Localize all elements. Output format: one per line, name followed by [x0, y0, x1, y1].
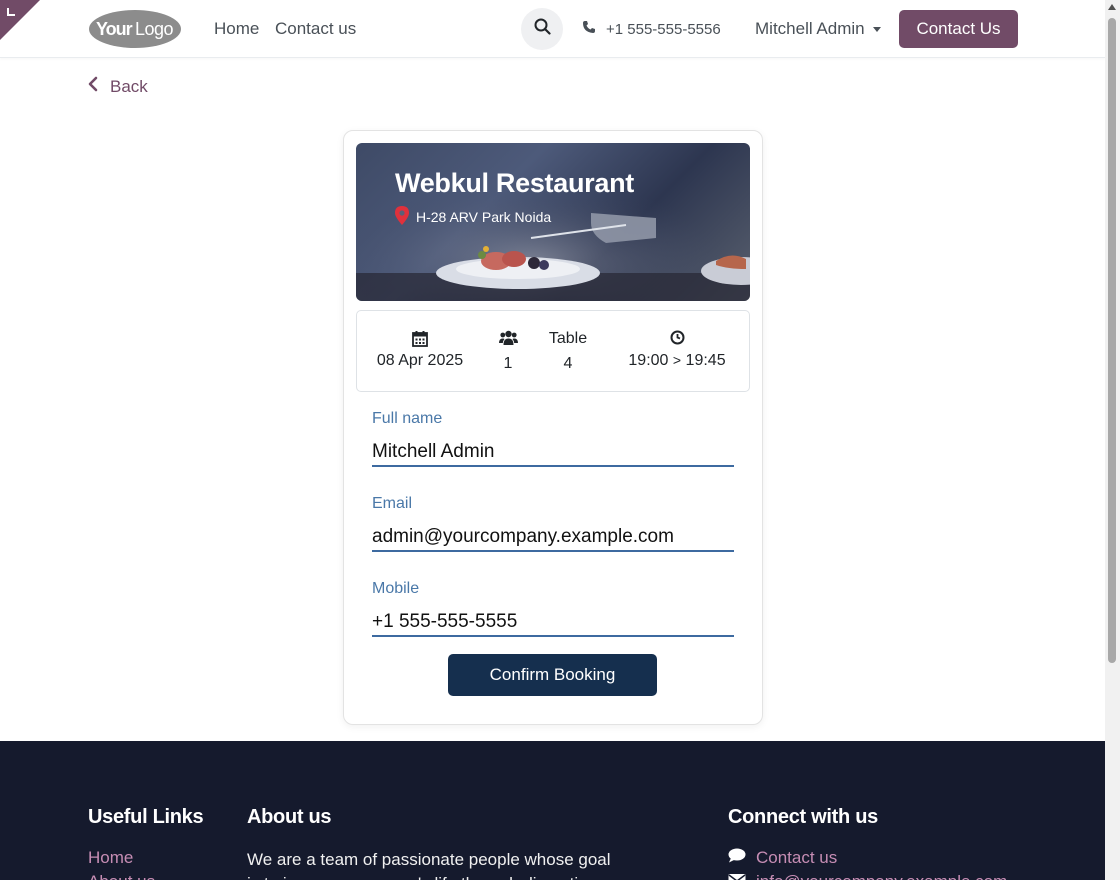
- scrollbar-thumb[interactable]: [1108, 18, 1116, 663]
- phone-icon: [582, 20, 596, 38]
- footer-email-link[interactable]: info@yourcompany.example.com: [728, 872, 1007, 880]
- phone-number: +1 555-555-5556: [606, 20, 721, 38]
- mobile-label: Mobile: [372, 580, 420, 597]
- booking-summary: 08 Apr 2025 1 Table 4 19:00 > 19:45: [356, 310, 750, 392]
- mobile-input[interactable]: [372, 608, 734, 637]
- clock-icon: [619, 330, 735, 349]
- envelope-icon: [728, 872, 746, 880]
- editor-corner-toggle[interactable]: [0, 0, 40, 40]
- table-number: 4: [563, 355, 573, 372]
- time-separator: >: [672, 352, 682, 368]
- map-marker-icon: [395, 206, 409, 228]
- header-phone[interactable]: +1 555-555-5556: [582, 20, 721, 38]
- booking-table: Table 4: [543, 330, 593, 373]
- user-name: Mitchell Admin: [755, 19, 865, 38]
- booking-date-value: 08 Apr 2025: [376, 352, 464, 369]
- nav-contact-us[interactable]: Contact us: [275, 19, 356, 39]
- restaurant-name: Webkul Restaurant: [395, 168, 634, 198]
- calendar-icon: [372, 330, 468, 349]
- users-icon: [490, 330, 526, 349]
- search-icon: [534, 18, 551, 40]
- table-label: Table: [548, 330, 588, 347]
- contact-us-button[interactable]: Contact Us: [899, 10, 1018, 48]
- svg-text:Logo: Logo: [135, 19, 174, 39]
- footer-link-home[interactable]: Home: [88, 848, 133, 868]
- confirm-booking-button[interactable]: Confirm Booking: [448, 654, 657, 696]
- back-label: Back: [110, 76, 148, 96]
- useful-links-heading: Useful Links: [88, 806, 204, 828]
- time-start: 19:00: [628, 352, 669, 369]
- footer-contact-link[interactable]: Contact us: [728, 848, 837, 868]
- svg-text:Your: Your: [96, 19, 133, 39]
- restaurant-banner: Webkul Restaurant H-28 ARV Park Noida: [356, 143, 750, 301]
- footer-email-label: info@yourcompany.example.com: [756, 872, 1007, 880]
- booking-card: Webkul Restaurant H-28 ARV Park Noida 08…: [343, 130, 763, 725]
- mobile-field: Mobile: [372, 580, 734, 637]
- nav-home[interactable]: Home: [214, 19, 259, 39]
- page-scrollbar[interactable]: [1105, 0, 1120, 880]
- time-end: 19:45: [685, 352, 726, 369]
- booking-guests: 1: [490, 330, 526, 373]
- time-range: 19:00 > 19:45: [619, 352, 735, 370]
- caret-down-icon: [872, 26, 881, 32]
- footer-contact-label: Contact us: [756, 848, 838, 867]
- footer-link-about[interactable]: About us: [88, 872, 155, 880]
- guest-count: 1: [503, 355, 513, 372]
- back-link[interactable]: Back: [88, 76, 148, 97]
- site-logo[interactable]: Your Logo: [88, 9, 182, 49]
- about-text: We are a team of passionate people whose…: [247, 850, 611, 880]
- connect-heading: Connect with us: [728, 806, 878, 828]
- site-footer: Useful Links Home About us About us We a…: [0, 741, 1105, 880]
- chevron-left-icon: [88, 76, 98, 97]
- full-name-input[interactable]: [372, 438, 734, 467]
- booking-date: 08 Apr 2025: [372, 330, 468, 370]
- top-navbar: Your Logo Home Contact us +1 555-555-555…: [0, 0, 1105, 58]
- comment-icon: [728, 848, 746, 868]
- restaurant-address-row: H-28 ARV Park Noida: [395, 206, 551, 228]
- scroll-up-arrow[interactable]: [1108, 4, 1116, 10]
- full-name-label: Full name: [372, 410, 443, 427]
- email-input[interactable]: [372, 523, 734, 552]
- user-menu-dropdown[interactable]: Mitchell Admin: [755, 19, 881, 39]
- search-button[interactable]: [521, 8, 563, 50]
- booking-time: 19:00 > 19:45: [619, 330, 735, 370]
- full-name-field: Full name: [372, 410, 734, 467]
- restaurant-address: H-28 ARV Park Noida: [416, 209, 552, 225]
- email-label: Email: [372, 495, 413, 512]
- about-heading: About us: [247, 806, 332, 828]
- email-field: Email: [372, 495, 734, 552]
